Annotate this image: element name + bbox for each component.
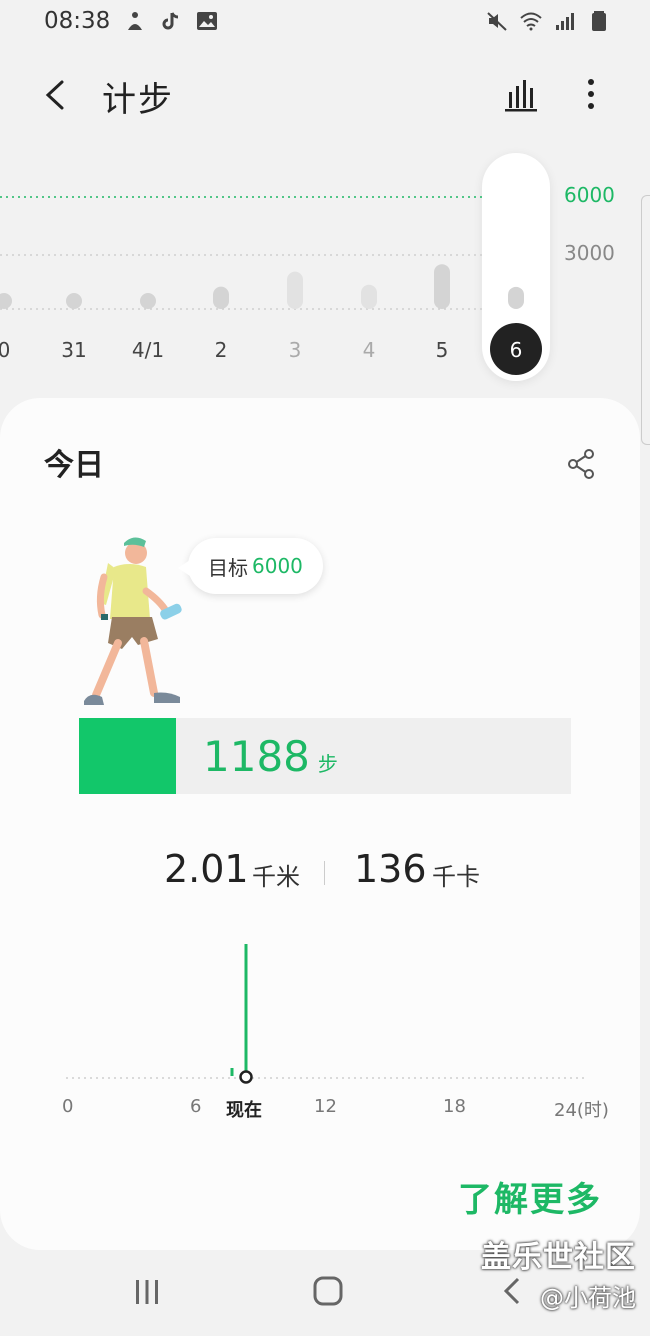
day-label-2[interactable]: 4/1 <box>132 338 164 362</box>
day-bar-6[interactable] <box>434 264 450 309</box>
goal-gridline-label: 6000 <box>564 183 615 207</box>
watermark: 盖乐世社区 @小荷池 <box>481 1232 636 1313</box>
app-bar: 计步 <box>0 60 650 132</box>
goal-bubble-value: 6000 <box>252 554 303 578</box>
steps-count: 1188 步 <box>203 732 338 781</box>
day-label-3[interactable]: 2 <box>215 338 228 362</box>
stats-row: 2.01 千米 136 千卡 <box>0 843 640 903</box>
axis-label-12: 12 <box>314 1096 337 1117</box>
watermark-author: @小荷池 <box>540 1284 636 1312</box>
home-icon[interactable] <box>313 1276 343 1306</box>
battery-icon <box>592 11 606 31</box>
axis-label-24: 24(时) <box>554 1100 609 1121</box>
goal-bubble-label: 目标 <box>208 555 248 580</box>
day-label-5[interactable]: 4 <box>363 338 376 362</box>
day-activity-chart: 0 6 现在 12 18 24(时) <box>0 938 640 1138</box>
calories-value: 136 <box>354 847 427 891</box>
axis-label-18: 18 <box>443 1096 466 1117</box>
day-bar-7[interactable] <box>508 286 524 309</box>
signal-icon <box>556 13 574 30</box>
wifi-icon <box>520 12 542 31</box>
day-label-0[interactable]: 0 <box>0 338 10 362</box>
axis-label-0: 0 <box>62 1096 74 1117</box>
week-chart: 0 31 4/1 2 3 4 5 6 6000 3000 <box>0 145 650 385</box>
axis-label-6: 6 <box>190 1096 202 1117</box>
card-title: 今日 <box>44 448 104 483</box>
share-icon[interactable] <box>566 448 596 480</box>
axis-label-now: 现在 <box>226 1100 262 1121</box>
day-bar-1[interactable] <box>66 293 82 309</box>
tiktok-icon <box>162 12 179 30</box>
today-card: 今日 目标 6000 1188 步 2.01 千米 136 千卡 0 6 现在 … <box>0 398 640 1250</box>
mute-icon <box>487 12 507 31</box>
day-bar-5[interactable] <box>361 284 377 309</box>
chevron-left-icon[interactable] <box>34 72 80 118</box>
status-bar: 08:38 <box>0 0 650 44</box>
day-bar-4[interactable] <box>287 271 303 309</box>
steps-progress-fill <box>79 718 177 794</box>
week-bars-svg: 0 31 4/1 2 3 4 5 6 <box>0 196 542 375</box>
steps-value: 1188 <box>203 732 310 781</box>
mid-gridline-label: 3000 <box>564 241 615 265</box>
day-label-7[interactable]: 6 <box>510 338 523 362</box>
watermark-site: 盖乐世社区 <box>481 1240 636 1275</box>
accessibility-icon <box>128 12 142 30</box>
now-marker <box>239 1070 253 1084</box>
scroll-indicator[interactable] <box>641 195 650 445</box>
more-vertical-icon[interactable] <box>574 72 608 116</box>
status-right-icons <box>486 10 610 32</box>
gallery-icon <box>197 12 217 30</box>
goal-bubble: 目标 6000 <box>178 538 323 594</box>
steps-unit: 步 <box>317 752 338 776</box>
distance-value: 2.01 <box>164 847 249 891</box>
day-label-1[interactable]: 31 <box>61 338 86 362</box>
day-label-4[interactable]: 3 <box>289 338 302 362</box>
calories-unit: 千卡 <box>432 863 480 891</box>
bar-chart-icon[interactable] <box>500 72 544 116</box>
status-time: 08:38 <box>44 8 111 34</box>
day-activity-svg <box>66 944 584 1084</box>
steps-progress-bar: 1188 步 <box>79 718 571 794</box>
distance-unit: 千米 <box>252 863 300 891</box>
page-title: 计步 <box>102 80 174 120</box>
recent-apps-icon[interactable] <box>132 1278 162 1306</box>
day-bar-3[interactable] <box>213 286 229 309</box>
day-label-6[interactable]: 5 <box>436 338 449 362</box>
status-left-icons <box>124 10 218 32</box>
stats-divider <box>324 861 325 885</box>
day-bar-2[interactable] <box>140 293 156 309</box>
day-bar-0[interactable] <box>0 293 12 309</box>
learn-more-link[interactable]: 了解更多 <box>458 1172 602 1221</box>
